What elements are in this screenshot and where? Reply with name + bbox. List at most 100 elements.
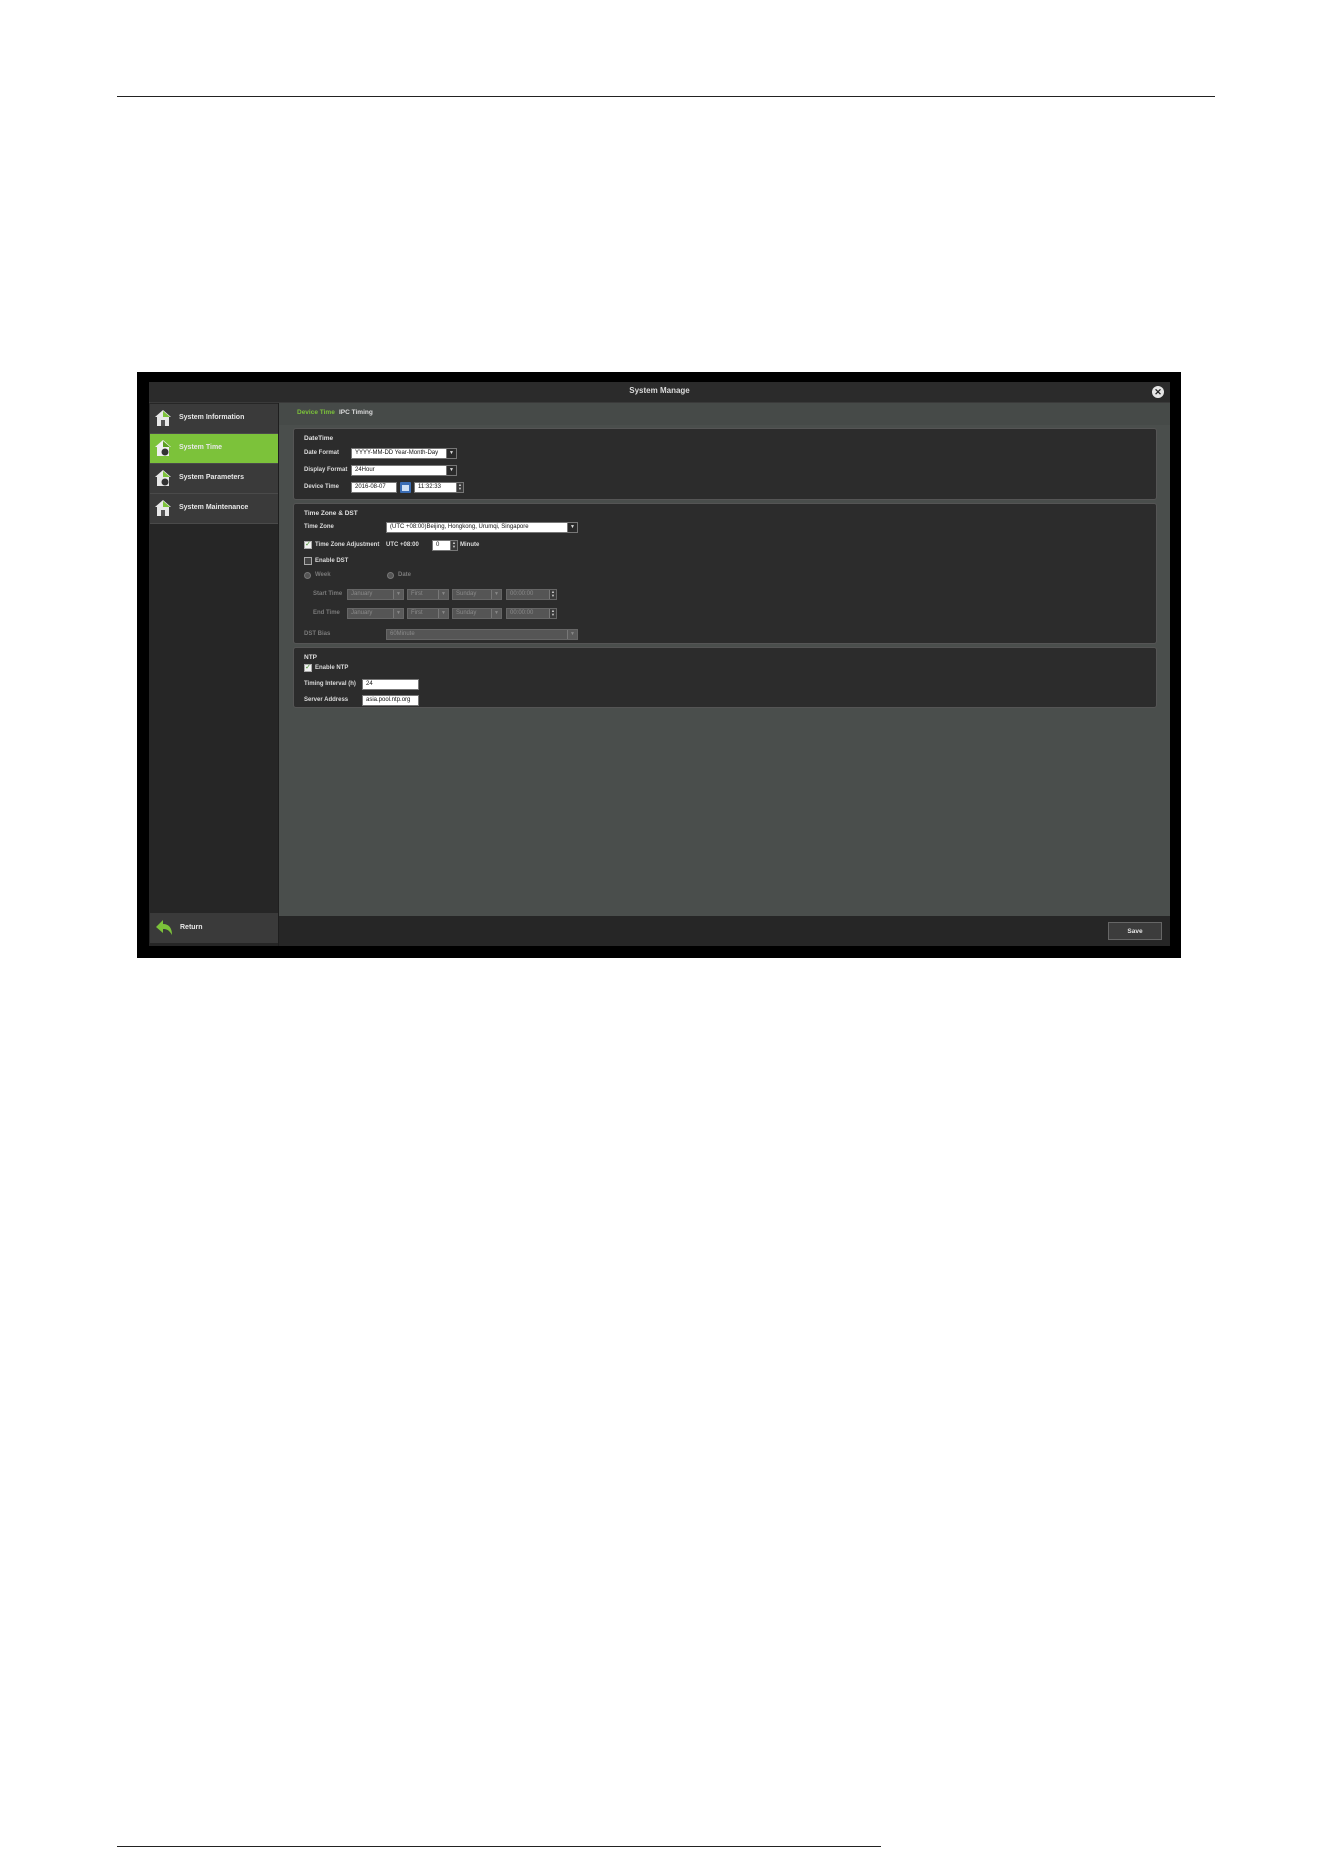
start-month-value: January [351,591,373,597]
device-time-input[interactable]: 11:32:33 ▲ ▼ [414,482,464,493]
dst-bias-label: DST Bias [304,631,331,637]
time-zone-adjustment-label: Time Zone Adjustment [315,542,380,548]
chevron-down-icon: ▼ [491,590,501,599]
enable-ntp-label: Enable NTP [315,665,349,671]
chevron-down-icon: ▼ [567,630,577,639]
return-arrow-icon [156,920,172,935]
enable-ntp-checkbox[interactable]: ✓ [304,664,312,672]
timing-interval-label: Timing Interval (h) [304,681,356,687]
adjust-minutes-value: 0 [436,542,440,548]
start-time-stepper-icon[interactable]: ▲ ▼ [549,590,556,599]
datetime-title: DateTime [304,435,334,442]
sidebar-item-system-information[interactable]: System Information [150,404,278,434]
page-footer-rule [117,1846,881,1847]
date-format-select[interactable]: YYYY-MM-DD Year-Month-Day ▼ [351,448,457,459]
end-time-label: End Time [313,610,340,616]
time-zone-label: Time Zone [304,524,334,530]
enable-dst-checkbox[interactable] [304,557,312,565]
house-wrench-icon [155,500,171,516]
week-radio[interactable] [304,572,311,579]
start-day-select[interactable]: Sunday ▼ [452,589,502,600]
house-icon [155,410,171,426]
bottom-bar: Save [279,916,1170,946]
start-time-label: Start Time [313,591,343,597]
ntp-title: NTP [304,654,317,661]
server-address-value: asia.pool.ntp.org [366,697,411,703]
chevron-down-icon: ▼ [393,590,403,599]
return-label: Return [180,924,203,931]
server-address-label: Server Address [304,697,349,703]
timezone-title: Time Zone & DST [304,510,358,517]
sidebar-item-system-maintenance[interactable]: System Maintenance [150,494,278,524]
chevron-down-icon: ▼ [491,609,501,618]
time-zone-adjustment-checkbox[interactable]: ✓ [304,541,312,549]
datetime-panel: DateTime Date Format YYYY-MM-DD Year-Mon… [293,428,1157,500]
sidebar: System Information System Time System Pa… [149,403,278,946]
timing-interval-value: 24 [366,681,373,687]
start-week-select[interactable]: First ▼ [407,589,449,600]
house-clock-icon [155,440,171,456]
content-area: Device Time IPC Timing DateTime Date For… [279,403,1170,916]
start-week-value: First [411,591,423,597]
title-bar: System Manage ✕ [149,382,1170,403]
tab-device-time[interactable]: Device Time [297,409,335,416]
page-header-rule [117,96,1215,97]
return-button[interactable]: Return [150,913,278,943]
tab-ipc-timing[interactable]: IPC Timing [339,409,373,416]
device-date-input[interactable]: 2016-08-07 [351,482,397,493]
start-day-value: Sunday [456,591,477,597]
end-week-value: First [411,610,423,616]
date-format-label: Date Format [304,450,340,456]
chevron-down-icon: ▼ [438,590,448,599]
device-date-value: 2016-08-07 [355,484,386,490]
minute-stepper-icon[interactable]: ▲ ▼ [450,541,457,550]
dst-bias-value: 60Minute [390,631,415,637]
date-radio[interactable] [387,572,394,579]
enable-dst-label: Enable DST [315,558,349,564]
time-zone-select[interactable]: (UTC +08:00)Beijing, Hongkong, Urumqi, S… [386,522,578,533]
minute-unit-label: Minute [460,542,480,548]
chevron-down-icon: ▼ [446,466,456,475]
end-time-input[interactable]: 00:00:00 ▲ ▼ [506,608,557,619]
date-format-value: YYYY-MM-DD Year-Month-Day [355,450,439,456]
house-gear-icon [155,470,171,486]
sidebar-item-label: System Maintenance [179,504,249,511]
tab-bar: Device Time IPC Timing [279,403,1170,425]
sidebar-item-system-parameters[interactable]: System Parameters [150,464,278,494]
start-time-value: 00:00:00 [510,591,534,597]
end-day-value: Sunday [456,610,477,616]
end-day-select[interactable]: Sunday ▼ [452,608,502,619]
display-format-select[interactable]: 24Hour ▼ [351,465,457,476]
sidebar-item-system-time[interactable]: System Time [150,434,278,464]
sidebar-item-label: System Parameters [179,474,244,481]
close-icon[interactable]: ✕ [1152,386,1164,398]
time-zone-value: (UTC +08:00)Beijing, Hongkong, Urumqi, S… [390,524,529,530]
end-month-select[interactable]: January ▼ [347,608,404,619]
display-format-label: Display Format [304,467,348,473]
end-time-stepper-icon[interactable]: ▲ ▼ [549,609,556,618]
window-title: System Manage [629,386,690,395]
calendar-icon[interactable] [400,482,411,493]
dst-bias-select[interactable]: 60Minute ▼ [386,629,578,640]
device-time-label: Device Time [304,484,339,490]
week-radio-label: Week [315,572,331,578]
date-radio-label: Date [398,572,412,578]
system-manage-window: System Manage ✕ System Information Syste… [149,382,1170,946]
sidebar-item-label: System Time [179,444,223,451]
end-week-select[interactable]: First ▼ [407,608,449,619]
adjust-minutes-input[interactable]: 0 ▲ ▼ [432,540,458,551]
sidebar-item-label: System Information [179,414,245,421]
time-stepper-icon[interactable]: ▲ ▼ [456,483,463,492]
display-format-value: 24Hour [355,467,375,473]
save-button[interactable]: Save [1108,922,1162,940]
server-address-input[interactable]: asia.pool.ntp.org [362,695,419,706]
chevron-down-icon: ▼ [438,609,448,618]
utc-offset-label: UTC +08:00 [386,542,419,548]
end-time-value: 00:00:00 [510,610,534,616]
timing-interval-input[interactable]: 24 [362,679,419,690]
device-time-value: 11:32:33 [418,484,441,490]
end-month-value: January [351,610,373,616]
start-month-select[interactable]: January ▼ [347,589,404,600]
timezone-dst-panel: Time Zone & DST Time Zone (UTC +08:00)Be… [293,503,1157,644]
start-time-input[interactable]: 00:00:00 ▲ ▼ [506,589,557,600]
